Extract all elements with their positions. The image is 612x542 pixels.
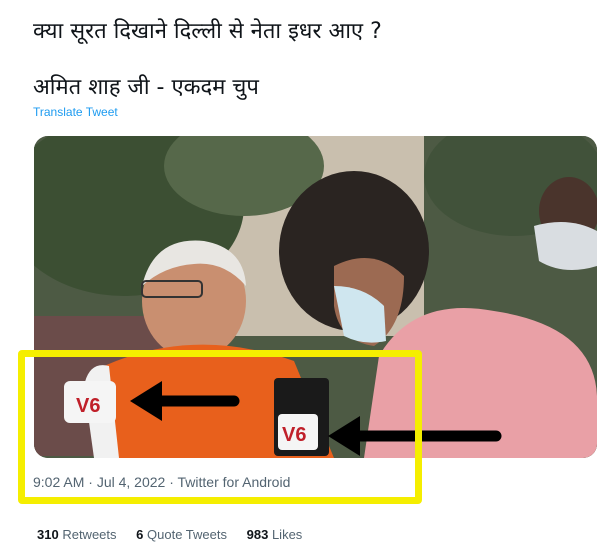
tweet-time[interactable]: 9:02 AM <box>33 474 84 490</box>
tweet-text-line-1: क्या सूरत दिखाने दिल्ली से नेता इधर आए ? <box>33 19 382 44</box>
tweet-stats: 310 Retweets 6 Quote Tweets 983 Likes <box>37 527 318 542</box>
tweet-source[interactable]: Twitter for Android <box>178 474 291 490</box>
separator: · <box>88 474 93 490</box>
tweet-timestamp: 9:02 AM · Jul 4, 2022 · Twitter for Andr… <box>33 474 290 490</box>
likes-stat[interactable]: 983 Likes <box>247 527 303 542</box>
tweet-date[interactable]: Jul 4, 2022 <box>97 474 166 490</box>
quote-tweets-stat[interactable]: 6 Quote Tweets <box>136 527 227 542</box>
translate-tweet-link[interactable]: Translate Tweet <box>33 105 118 119</box>
tweet-text-line-2: अमित शाह जी - एकदम चुप <box>33 75 259 100</box>
retweets-stat[interactable]: 310 Retweets <box>37 527 117 542</box>
separator: · <box>169 474 174 490</box>
